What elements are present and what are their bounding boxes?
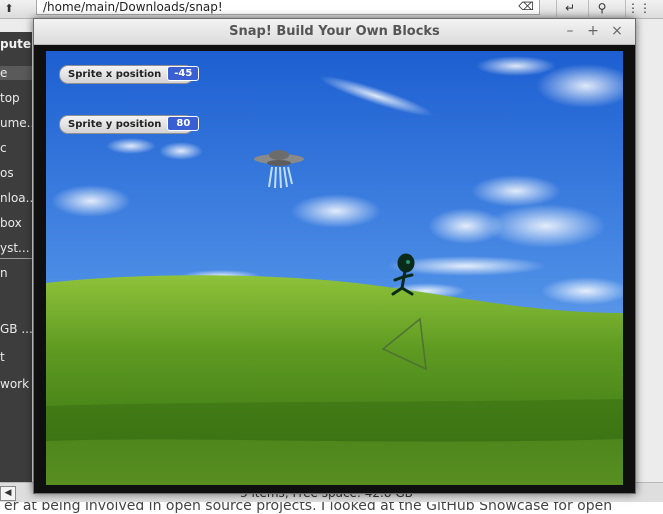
background-page-text: er at being involved in open source proj…	[4, 502, 613, 514]
watcher-value: -45	[167, 66, 200, 81]
sidebar-item-music[interactable]: c	[0, 141, 32, 155]
grid-view-icon[interactable]: ⋮⋮	[625, 0, 652, 17]
sidebar-heading-computer: puter	[0, 37, 32, 51]
sidebar-item-desktop[interactable]: top	[0, 91, 32, 105]
window-titlebar[interactable]: Snap! Build Your Own Blocks – + ×	[34, 19, 635, 45]
sidebar-item-network[interactable]: work	[0, 377, 32, 391]
location-path-input[interactable]: /home/main/Downloads/snap!	[36, 0, 540, 15]
sidebar-item-dropbox[interactable]: box	[0, 216, 32, 230]
up-arrow-icon[interactable]: ⬆	[0, 0, 18, 18]
sidebar-item-videos[interactable]: os	[0, 166, 32, 180]
clear-path-icon[interactable]: ⌫	[516, 0, 536, 15]
sidebar-item-trash[interactable]: n	[0, 266, 32, 280]
minimize-button[interactable]: –	[560, 21, 580, 41]
watcher-label: Sprite y position	[68, 119, 162, 130]
sidebar-item-home[interactable]: e	[0, 66, 32, 80]
file-manager-toolbar: ⬆ /home/main/Downloads/snap! ⌫ ↵ ⚲ ⋮⋮	[0, 0, 663, 19]
sidebar-divider	[0, 258, 32, 259]
sidebar-item-filesystem[interactable]: yst...	[0, 241, 32, 255]
search-icon[interactable]: ⚲	[588, 0, 615, 17]
sidebar-item-downloads[interactable]: nloa...	[0, 191, 32, 205]
background-page-text-area: er at being involved in open source proj…	[0, 502, 663, 514]
close-button[interactable]: ×	[607, 21, 627, 41]
go-icon[interactable]: ↵	[556, 0, 583, 17]
sidebar-item-eject[interactable]: t	[0, 350, 32, 364]
toggle-sidebar-icon[interactable]: ◀	[0, 486, 16, 501]
maximize-button[interactable]: +	[583, 21, 603, 41]
snap-window: Snap! Build Your Own Blocks – + × Sprite…	[33, 18, 636, 494]
watcher-value: 80	[167, 116, 200, 131]
window-title: Snap! Build Your Own Blocks	[229, 24, 440, 39]
sidebar-item-volume[interactable]: GB ...	[0, 322, 32, 336]
sprite-y-position-watcher[interactable]: Sprite y position 80	[59, 115, 200, 134]
watcher-label: Sprite x position	[68, 69, 162, 80]
sidebar-item-documents[interactable]: ume...	[0, 116, 32, 130]
snap-stage[interactable]: Sprite x position -45 Sprite y position 80	[46, 51, 623, 485]
places-sidebar: puter e top ume... c os nloa... box yst.…	[0, 32, 32, 482]
sprite-x-position-watcher[interactable]: Sprite x position -45	[59, 65, 200, 84]
